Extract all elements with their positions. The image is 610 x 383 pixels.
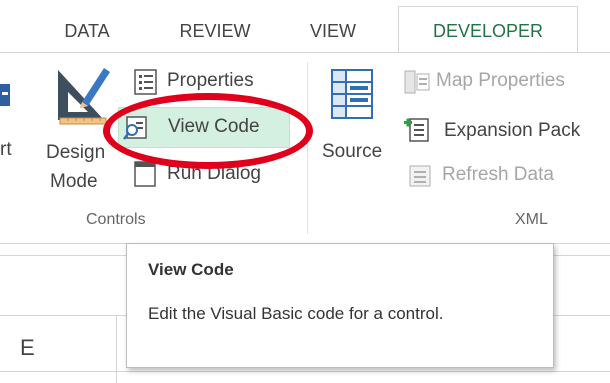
map-properties-icon [404,70,430,94]
column-header-e[interactable]: E [20,335,35,361]
partial-insert-label[interactable]: rt [0,139,12,161]
run-dialog-label: Run Dialog [167,163,261,184]
source-label: Source [322,141,383,162]
run-dialog-icon [134,161,156,187]
properties-icon [134,69,157,95]
expansion-packs-label: Expansion Pack [444,120,581,141]
refresh-data-icon [409,165,431,187]
view-code-icon [123,116,147,140]
xml-group-label: XML [515,211,548,228]
map-properties-label: Map Properties [436,70,565,91]
refresh-data-button[interactable]: Refresh Data [402,160,610,192]
group-separator [307,62,308,234]
design-mode-icon [58,68,110,125]
tab-review[interactable]: REVIEW [165,10,265,53]
ribbon-tab-bar: DATA REVIEW VIEW DEVELOPER [0,0,610,54]
design-mode-label-line1: Design [46,142,106,163]
source-button[interactable]: Source [318,66,398,176]
controls-group-label: Controls [86,211,146,228]
column-divider [116,316,117,383]
tab-developer[interactable]: DEVELOPER [398,6,578,54]
source-icon [331,69,373,119]
column-header-bottom-border [0,371,610,372]
expansion-packs-button[interactable]: Expansion Pack [402,113,610,147]
tab-view[interactable]: VIEW [303,10,363,53]
refresh-data-label: Refresh Data [442,164,554,185]
view-code-button[interactable]: View Code [118,107,290,148]
view-code-tooltip: View Code Edit the Visual Basic code for… [126,243,554,368]
tab-data[interactable]: DATA [52,10,122,53]
tooltip-description: Edit the Visual Basic code for a control… [148,304,444,323]
design-mode-button[interactable]: Design Mode [38,62,118,202]
design-mode-label-line2: Mode [50,171,98,192]
properties-button[interactable]: Properties [133,66,283,98]
properties-label: Properties [167,70,254,91]
partial-insert-icon [0,84,10,106]
run-dialog-button[interactable]: Run Dialog [133,157,293,191]
tooltip-title: View Code [148,260,234,279]
map-properties-button[interactable]: Map Properties [402,66,610,98]
expansion-packs-icon [404,118,429,142]
view-code-label: View Code [168,116,260,137]
